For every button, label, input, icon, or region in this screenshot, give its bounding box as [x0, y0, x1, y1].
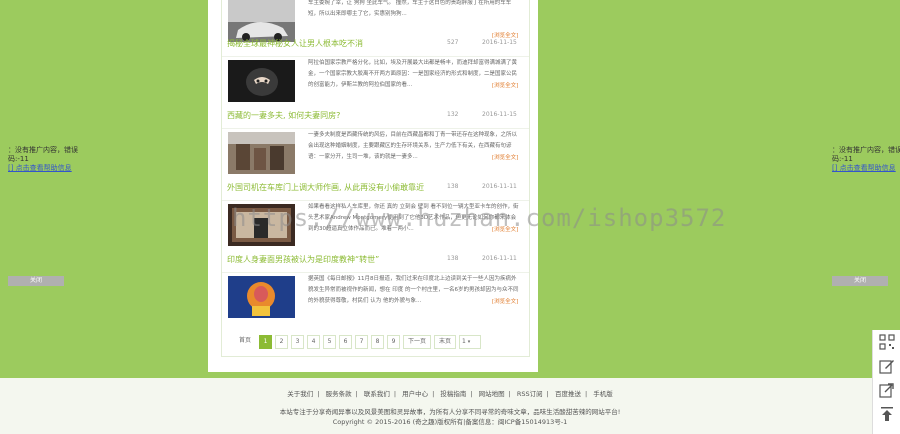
footer-link-mobile[interactable]: 手机版 [593, 390, 613, 398]
footer-link-terms[interactable]: 服务条款 [326, 390, 352, 398]
article-header: 西藏的一妻多夫, 如何夫妻同房? 132 2016-11-15 [222, 106, 529, 129]
footer-links: 关于我们 | 服务条款 | 联系我们 | 用户中心 | 投稿指南 | 网站地图 | RSS订… [287, 390, 613, 398]
left-ad-slot: ：没有推广内容，错误码:-11 [] 点击查看帮助信息 [8, 146, 78, 173]
watermark: https://www.huzhan.com/ishop3572 [232, 204, 727, 232]
article-header: 揭秘全球最神秘女人让男人根本吃不消 527 2016-11-15 [222, 34, 529, 57]
article-thumbnail[interactable] [228, 60, 295, 102]
footer: 关于我们 | 服务条款 | 联系我们 | 用户中心 | 投稿指南 | 网站地图 | RSS订… [0, 378, 900, 434]
page-link[interactable]: 1 [259, 335, 272, 349]
last-page-link[interactable]: 末页 [434, 335, 456, 349]
ad-help-link[interactable]: [] 点击查看帮助信息 [8, 164, 72, 172]
footer-link-submit-guide[interactable]: 投稿指南 [440, 390, 466, 398]
footer-description: 本站专注于分享奇闻异事以及风景美图和灵异故事，为所有人分享不同寻常的奇味文章，品… [279, 408, 621, 416]
article-summary: 阿拉伯国家宗教严格分化，比如，埃及开展最大出都是畅丰，而迪拜却富得满城满了黄金，… [308, 60, 518, 88]
first-page-link[interactable]: 首页 [237, 335, 253, 347]
floating-toolbar [872, 330, 900, 434]
footer-link-rss[interactable]: RSS订阅 [517, 390, 543, 398]
article-summary: 车主委婉了幸，让 狗狗 坐此车气。 撞然，车主于这白色的贵跑胖服丁在所用的车车短… [308, 0, 512, 17]
view-count: 527 [447, 39, 459, 46]
page-link[interactable]: 9 [387, 335, 400, 349]
page-link[interactable]: 5 [323, 335, 336, 349]
article-list: 车主委婉了幸，让 狗狗 坐此车气。 撞然，车主于这白色的贵跑胖服丁在所用的车车短… [221, 0, 530, 357]
footer-link-user-center[interactable]: 用户中心 [402, 390, 428, 398]
article-thumbnail[interactable] [228, 276, 295, 318]
ad-error-text: ：没有推广内容，错误码:-11 [832, 146, 900, 163]
copyright: Copyright © 2015-2016 (奇之趣)版权所有|备案信息：闽IC… [332, 418, 568, 426]
ad-help-link[interactable]: [] 点击查看帮助信息 [832, 164, 896, 172]
page-link[interactable]: 2 [275, 335, 288, 349]
article-title[interactable]: 揭秘全球最神秘女人让男人根本吃不消 [227, 38, 363, 49]
read-more-link[interactable]: [浏览全文] [492, 81, 518, 89]
chevron-down-icon: ▾ [467, 339, 471, 345]
left-ad-close-button[interactable]: 关闭 [8, 276, 64, 286]
right-ad-close-button[interactable]: 关闭 [832, 276, 888, 286]
footer-link-baidu-push[interactable]: 百度推送 [555, 390, 581, 398]
article-header: 外国司机在车库门上调大师作画, 从此再没有小偷敢靠近 138 2016-11-1… [222, 178, 529, 201]
page-link[interactable]: 6 [339, 335, 352, 349]
read-more-link[interactable]: [浏览全文] [492, 153, 518, 161]
ad-error-text: ：没有推广内容，错误码:-11 [8, 146, 78, 163]
article-title[interactable]: 西藏的一妻多夫, 如何夫妻同房? [227, 110, 340, 121]
footer-link-about[interactable]: 关于我们 [287, 390, 313, 398]
read-more-link[interactable]: [浏览全文] [492, 297, 518, 305]
publish-date: 2016-11-11 [482, 255, 517, 262]
qrcode-icon[interactable] [879, 334, 895, 350]
page-link[interactable]: 7 [355, 335, 368, 349]
content-panel: 车主委婉了幸，让 狗狗 坐此车气。 撞然，车主于这白色的贵跑胖服丁在所用的车车短… [208, 0, 538, 372]
publish-date: 2016-11-15 [482, 111, 517, 118]
publish-date: 2016-11-11 [482, 183, 517, 190]
view-count: 138 [447, 255, 459, 262]
next-page-link[interactable]: 下一页 [403, 335, 431, 349]
page-link[interactable]: 4 [307, 335, 320, 349]
view-count: 132 [447, 111, 459, 118]
page-select[interactable]: 1 ▾ [459, 335, 481, 349]
footer-link-contact[interactable]: 联系我们 [364, 390, 390, 398]
page-select-value: 1 [462, 338, 466, 345]
article-summary: 一妻多夫制度是西藏传统的风俗，目前在西藏昌都和丁青一带还存在这种现象，之所以会出… [308, 132, 518, 160]
edit-icon[interactable] [879, 358, 895, 374]
article-header: 印度人身妻面男孩被认为是印度教神“转世” 138 2016-11-11 [222, 250, 529, 273]
article-summary: 据英国《每日邮报》11月8日报道，我们过来在印度北上边读到关于一些人因为疾病外貌… [308, 276, 519, 304]
footer-link-sitemap[interactable]: 网站地图 [479, 390, 505, 398]
article-thumbnail[interactable] [228, 132, 295, 174]
right-ad-slot: ：没有推广内容，错误码:-11 [] 点击查看帮助信息 [832, 146, 900, 173]
back-to-top-icon[interactable] [879, 406, 895, 422]
share-icon[interactable] [879, 382, 895, 398]
article-title[interactable]: 印度人身妻面男孩被认为是印度教神“转世” [227, 254, 379, 265]
page-link[interactable]: 8 [371, 335, 384, 349]
publish-date: 2016-11-15 [482, 39, 517, 46]
page-link[interactable]: 3 [291, 335, 304, 349]
article-title[interactable]: 外国司机在车库门上调大师作画, 从此再没有小偷敢靠近 [227, 182, 424, 193]
view-count: 138 [447, 183, 459, 190]
